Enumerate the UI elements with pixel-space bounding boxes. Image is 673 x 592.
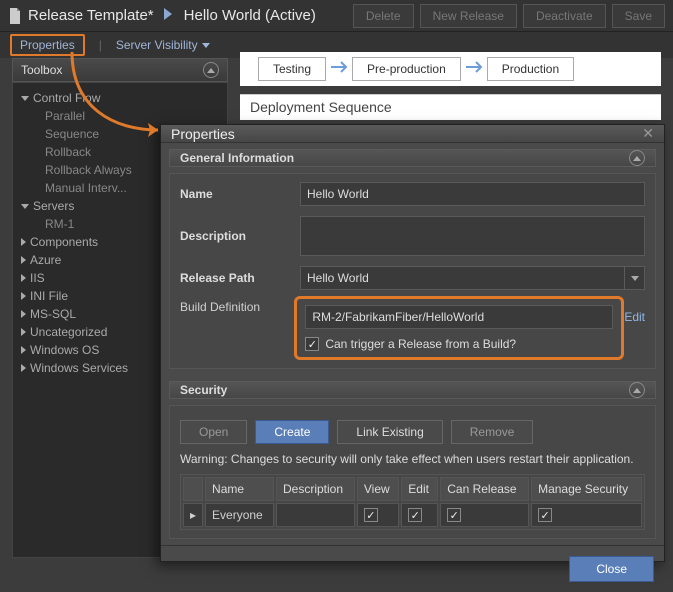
triangle-right-icon bbox=[21, 364, 26, 372]
triangle-right-icon bbox=[21, 274, 26, 282]
security-warning: Warning: Changes to security will only t… bbox=[180, 452, 645, 466]
new-release-button[interactable]: New Release bbox=[420, 4, 517, 28]
build-definition-highlight: ✓ Can trigger a Release from a Build? bbox=[294, 296, 624, 360]
triangle-down-icon bbox=[21, 96, 29, 101]
tree-group-label: Components bbox=[30, 235, 98, 249]
section-title: Security bbox=[180, 383, 227, 397]
trigger-label: Can trigger a Release from a Build? bbox=[325, 337, 516, 351]
col-canrelease: Can Release bbox=[440, 477, 529, 501]
build-definition-input[interactable] bbox=[305, 305, 613, 329]
tree-group-label: Windows Services bbox=[30, 361, 128, 375]
name-label: Name bbox=[180, 187, 300, 201]
name-input[interactable] bbox=[300, 182, 645, 206]
tree-item[interactable]: Parallel bbox=[17, 107, 223, 125]
description-input[interactable] bbox=[300, 216, 645, 256]
build-definition-label: Build Definition bbox=[180, 300, 296, 314]
triangle-right-icon bbox=[21, 346, 26, 354]
save-button[interactable]: Save bbox=[612, 4, 665, 28]
breadcrumb-active[interactable]: Hello World (Active) bbox=[184, 7, 316, 24]
trigger-checkbox[interactable]: ✓ bbox=[305, 337, 319, 351]
chevron-down-icon[interactable] bbox=[625, 266, 645, 290]
collapse-icon[interactable] bbox=[203, 62, 219, 78]
tree-group-label: Servers bbox=[33, 199, 74, 213]
properties-link[interactable]: Properties bbox=[10, 34, 85, 56]
close-icon[interactable]: ✕ bbox=[642, 125, 654, 142]
page-title: Release Template* bbox=[28, 7, 154, 24]
grid-checkbox[interactable]: ✓ bbox=[447, 508, 461, 522]
grid-checkbox[interactable]: ✓ bbox=[538, 508, 552, 522]
tree-group-label: IIS bbox=[30, 271, 45, 285]
link-existing-button[interactable]: Link Existing bbox=[337, 420, 442, 444]
tree-group-label: Azure bbox=[30, 253, 61, 267]
triangle-right-icon bbox=[21, 256, 26, 264]
section-header-general[interactable]: General Information bbox=[169, 149, 656, 167]
workflow-stages: Testing Pre-production Production bbox=[240, 52, 661, 86]
section-title: General Information bbox=[180, 151, 294, 165]
tree-group-label: Uncategorized bbox=[30, 325, 107, 339]
edit-link[interactable]: Edit bbox=[624, 310, 645, 324]
panel-header: Properties ✕ bbox=[161, 125, 664, 143]
chevron-down-icon bbox=[202, 43, 210, 48]
col-desc: Description bbox=[276, 477, 355, 501]
breadcrumb-separator bbox=[164, 8, 174, 23]
tree-group-label: MS-SQL bbox=[30, 307, 76, 321]
arrow-right-icon bbox=[330, 60, 348, 78]
section-body-security: Open Create Link Existing Remove Warning… bbox=[169, 405, 656, 539]
cell-desc bbox=[276, 503, 355, 527]
open-button[interactable]: Open bbox=[180, 420, 247, 444]
release-path-select[interactable]: Hello World bbox=[300, 266, 625, 290]
tree-group-label: INI File bbox=[30, 289, 68, 303]
workflow-stage[interactable]: Production bbox=[487, 57, 574, 81]
table-row[interactable]: ▸Everyone ✓ ✓ ✓ ✓ bbox=[183, 503, 642, 527]
col-view: View bbox=[357, 477, 399, 501]
tree-group[interactable]: Control Flow bbox=[17, 89, 223, 107]
workflow-stage[interactable]: Testing bbox=[258, 57, 326, 81]
section-header-security[interactable]: Security bbox=[169, 381, 656, 399]
release-path-label: Release Path bbox=[180, 271, 300, 285]
triangle-right-icon bbox=[21, 310, 26, 318]
document-icon bbox=[8, 8, 22, 24]
properties-panel: Properties ✕ General Information Name De… bbox=[160, 124, 665, 562]
cell-name: Everyone bbox=[205, 503, 274, 527]
triangle-right-icon bbox=[21, 292, 26, 300]
triangle-right-icon bbox=[21, 238, 26, 246]
delete-button[interactable]: Delete bbox=[353, 4, 414, 28]
create-button[interactable]: Create bbox=[255, 420, 329, 444]
col-name: Name bbox=[205, 477, 274, 501]
toolbox-title: Toolbox bbox=[21, 63, 62, 77]
description-label: Description bbox=[180, 229, 300, 243]
panel-title: Properties bbox=[171, 126, 235, 142]
collapse-icon[interactable] bbox=[629, 150, 645, 166]
section-body-general: Name Description Release Path Hello Worl… bbox=[169, 173, 656, 369]
server-visibility-label: Server Visibility bbox=[116, 38, 198, 52]
panel-footer: Close bbox=[161, 545, 664, 592]
triangle-right-icon bbox=[21, 328, 26, 336]
server-visibility-link[interactable]: Server Visibility bbox=[116, 38, 210, 52]
tree-group-label: Control Flow bbox=[33, 91, 100, 105]
top-bar: Release Template* Hello World (Active) D… bbox=[0, 0, 673, 32]
workflow-stage[interactable]: Pre-production bbox=[352, 57, 461, 81]
grid-checkbox[interactable]: ✓ bbox=[364, 508, 378, 522]
triangle-down-icon bbox=[21, 204, 29, 209]
remove-button[interactable]: Remove bbox=[451, 420, 534, 444]
collapse-icon[interactable] bbox=[629, 382, 645, 398]
deactivate-button[interactable]: Deactivate bbox=[523, 4, 606, 28]
toolbox-header: Toolbox bbox=[12, 58, 228, 82]
col-edit: Edit bbox=[401, 477, 438, 501]
grid-checkbox[interactable]: ✓ bbox=[408, 508, 422, 522]
security-grid: Name Description View Edit Can Release M… bbox=[180, 474, 645, 530]
col-manage: Manage Security bbox=[531, 477, 642, 501]
close-button[interactable]: Close bbox=[569, 556, 654, 582]
row-selector[interactable]: ▸ bbox=[183, 503, 203, 527]
deployment-sequence-header: Deployment Sequence bbox=[240, 94, 661, 120]
tree-group-label: Windows OS bbox=[30, 343, 99, 357]
arrow-right-icon bbox=[465, 60, 483, 78]
